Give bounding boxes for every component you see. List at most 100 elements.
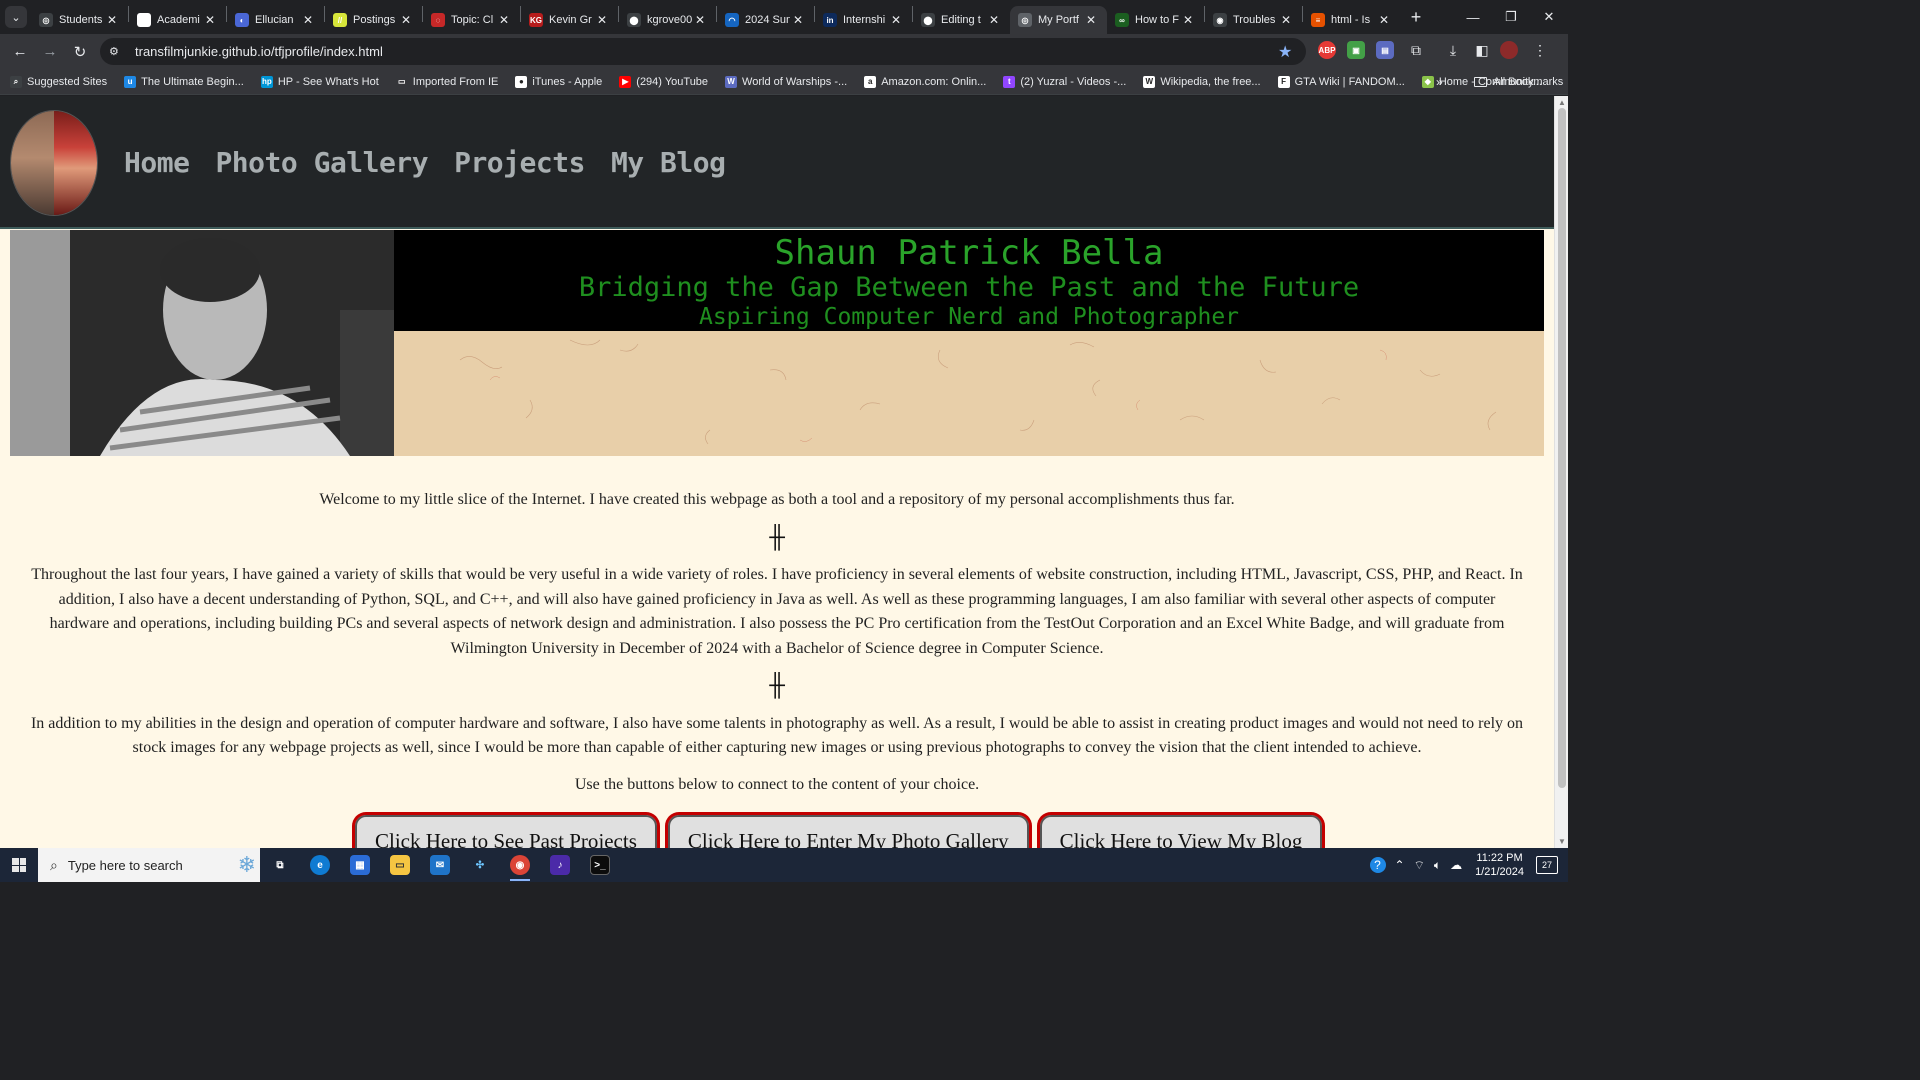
tab-close-icon[interactable]: ✕ [594,13,610,27]
tab-close-icon[interactable]: ✕ [1278,13,1294,27]
tab-close-icon[interactable]: ✕ [1376,13,1392,27]
scroll-thumb[interactable] [1558,108,1566,788]
adblock-icon[interactable]: ABP [1318,41,1336,59]
site-info-icon[interactable]: ⚙ [109,45,125,58]
browser-tab[interactable]: ≡ html - Is ✕ [1303,6,1400,34]
bookmark-star-icon[interactable]: ★ [1278,42,1298,62]
bookmark-label: The Ultimate Begin... [141,75,244,88]
bookmark-item[interactable]: ▭ Imported From IE [395,75,498,88]
windows-logo-icon [12,858,26,872]
taskbar-search[interactable]: ⌕ Type here to search ❄ [38,848,260,882]
forward-button[interactable]: → [36,38,64,66]
side-panel-icon[interactable]: ◧ [1471,42,1493,59]
browser-tab[interactable]: KG Kevin Gr ✕ [521,6,618,34]
clock[interactable]: 11:22 PM 1/21/2024 [1475,851,1524,879]
tab-close-icon[interactable]: ✕ [790,13,806,27]
restore-icon[interactable]: ❐ [1492,0,1530,34]
extensions-puzzle-icon[interactable]: ⧉ [1405,42,1427,59]
tab-close-icon[interactable]: ✕ [202,13,218,27]
bookmark-item[interactable]: W Wikipedia, the free... [1143,75,1261,88]
onedrive-icon[interactable]: ☁ [1450,858,1462,872]
bookmarks-overflow-button[interactable]: » [1436,75,1443,89]
browser-tab[interactable]: ◉ Troubles ✕ [1205,6,1302,34]
tab-favicon-icon: ⬤ [627,13,641,27]
browser-tab[interactable]: ◠ 2024 Sun ✕ [717,6,814,34]
bookmark-item[interactable]: ▶ (294) YouTube [619,75,709,88]
help-icon[interactable]: ? [1369,857,1386,873]
bookmark-item[interactable]: t (2) Yuzral - Videos -... [1003,75,1126,88]
page-viewport: Home Photo Gallery Projects My Blog Shau… [0,96,1554,848]
bookmark-item[interactable]: a Amazon.com: Onlin... [864,75,986,88]
bookmark-item[interactable]: ⌕ Suggested Sites [10,75,107,88]
tab-close-icon[interactable]: ✕ [300,13,316,27]
bookmark-item[interactable]: F GTA Wiki | FANDOM... [1277,75,1405,88]
browser-tab[interactable]: // Postings ✕ [325,6,422,34]
amazon-music-icon[interactable]: ♪ [540,848,580,882]
back-button[interactable]: ← [6,38,34,66]
extensions-area: ABP ▣ ▤ ⧉ ⤓ ◧ ⋮ [1318,41,1558,59]
edge-icon[interactable]: e [300,848,340,882]
nav-home[interactable]: Home [124,146,190,179]
browser-tab[interactable]: ⬤ kgrove00 ✕ [619,6,716,34]
menu-kebab-icon[interactable]: ⋮ [1529,42,1551,59]
bookmark-label: (294) YouTube [636,75,709,88]
past-projects-button[interactable]: Click Here to See Past Projects [352,812,660,848]
browser-tab[interactable]: ◐ Ellucian ✕ [227,6,324,34]
browser-tab[interactable]: A Academi ✕ [129,6,226,34]
mail-icon[interactable]: ✉ [420,848,460,882]
chrome-icon[interactable]: ◉ [500,848,540,882]
bookmark-item[interactable]: ● iTunes - Apple [515,75,602,88]
browser-tab[interactable]: in Internshi ✕ [815,6,912,34]
store-icon[interactable]: ▦ [340,848,380,882]
tab-search-button[interactable]: ⌄ [5,6,27,28]
network-app-icon[interactable]: ✣ [460,848,500,882]
notification-center-icon[interactable]: 27 [1536,856,1558,874]
view-blog-button[interactable]: Click Here to View My Blog [1036,812,1326,848]
site-logo[interactable] [10,110,98,216]
extension-green-icon[interactable]: ▣ [1347,41,1365,59]
browser-tab[interactable]: ⬤ Editing t ✕ [913,6,1010,34]
site-nav: Home Photo Gallery Projects My Blog [124,146,751,179]
wifi-icon[interactable]: ⌔ [1414,858,1425,873]
address-bar[interactable]: ⚙ transfilmjunkie.github.io/tfjprofile/i… [100,38,1306,65]
nav-my-blog[interactable]: My Blog [611,146,726,179]
tab-close-icon[interactable]: ✕ [1180,13,1196,27]
nav-projects[interactable]: Projects [454,146,585,179]
extension-purple-icon[interactable]: ▤ [1376,41,1394,59]
photo-gallery-button[interactable]: Click Here to Enter My Photo Gallery [664,812,1032,848]
browser-tab[interactable]: ◌ Topic: Cl ✕ [423,6,520,34]
profile-avatar[interactable] [1500,41,1518,59]
page-scrollbar[interactable]: ▲ ▼ [1554,96,1568,848]
start-button[interactable] [0,848,38,882]
scroll-up-icon[interactable]: ▲ [1558,98,1566,107]
url-text[interactable]: transfilmjunkie.github.io/tfjprofile/ind… [135,44,1278,59]
tab-close-icon[interactable]: ✕ [1083,13,1099,27]
browser-tab[interactable]: ◎ My Portf ✕ [1010,6,1107,34]
browser-tab[interactable]: ∞ How to F ✕ [1107,6,1204,34]
tab-close-icon[interactable]: ✕ [692,13,708,27]
task-view-icon[interactable]: ⧉ [260,848,300,882]
terminal-icon[interactable]: >_ [580,848,620,882]
tab-close-icon[interactable]: ✕ [398,13,414,27]
tab-close-icon[interactable]: ✕ [888,13,904,27]
tab-close-icon[interactable]: ✕ [496,13,512,27]
tab-favicon-icon: in [823,13,837,27]
minimize-icon[interactable]: — [1454,0,1492,34]
all-bookmarks-button[interactable]: All Bookmarks [1474,76,1563,88]
volume-icon[interactable]: 🔈︎ [1434,858,1441,873]
nav-photo-gallery[interactable]: Photo Gallery [215,146,428,179]
new-tab-button[interactable]: + [1402,3,1430,31]
browser-tab[interactable]: ◎ Students ✕ [31,6,128,34]
reload-button[interactable]: ↻ [66,38,94,66]
bookmark-item[interactable]: u The Ultimate Begin... [124,75,244,88]
downloads-icon[interactable]: ⤓ [1442,42,1464,59]
file-explorer-icon[interactable]: ▭ [380,848,420,882]
bookmark-item[interactable]: W World of Warships -... [725,75,847,88]
tab-close-icon[interactable]: ✕ [986,13,1002,27]
tray-chevron-icon[interactable]: ⌃ [1395,858,1405,872]
bookmark-item[interactable]: hp HP - See What's Hot [260,75,379,88]
scroll-down-icon[interactable]: ▼ [1558,837,1566,846]
bookmark-favicon-icon: ⌕ [10,75,22,88]
tab-close-icon[interactable]: ✕ [104,13,120,27]
close-window-icon[interactable]: ✕ [1530,0,1568,34]
